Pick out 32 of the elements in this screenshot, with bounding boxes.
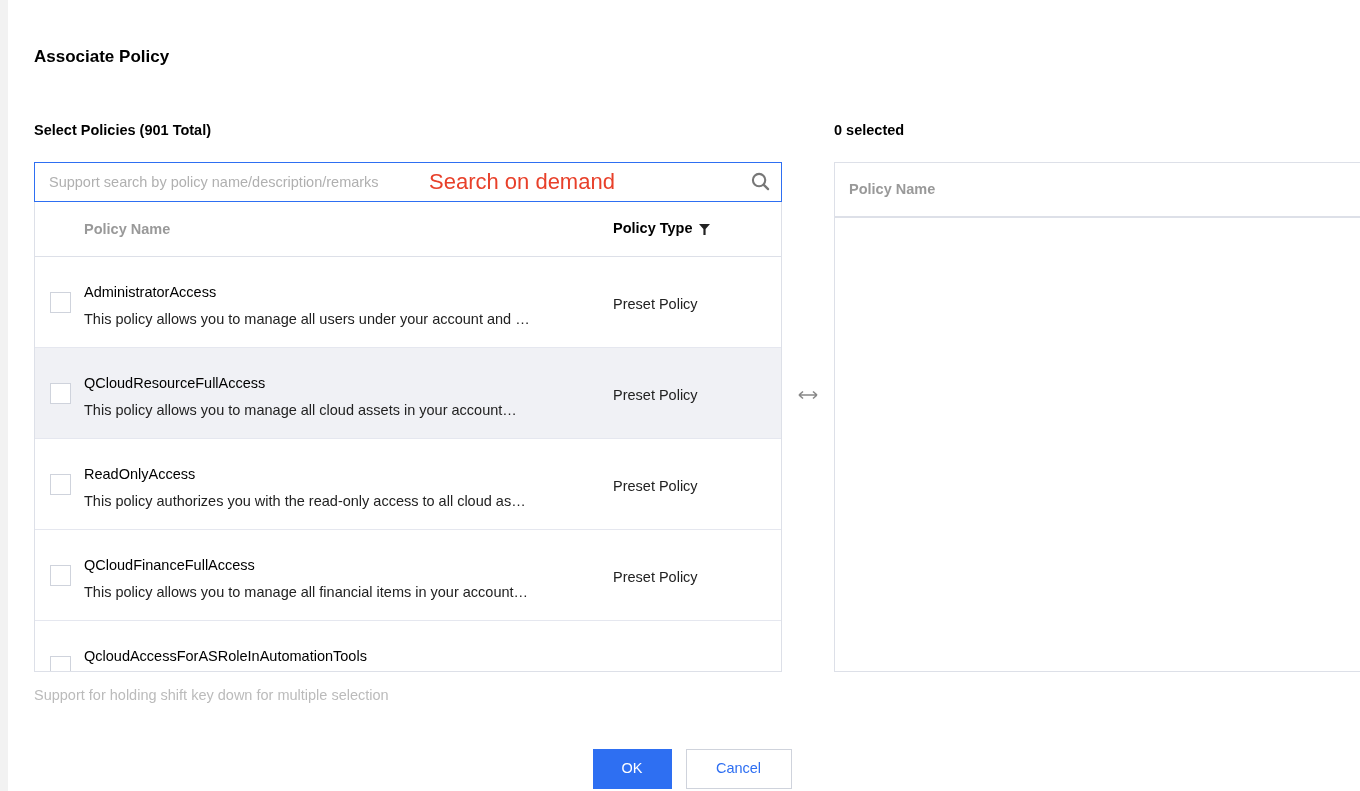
checkbox[interactable] xyxy=(50,565,71,587)
filter-icon[interactable] xyxy=(698,223,710,235)
checkbox[interactable] xyxy=(50,474,71,496)
policy-description: This policy allows you to manage all financial items in your account… xyxy=(84,583,530,602)
section-heading: 0 selected xyxy=(834,120,906,140)
table-row[interactable]: QCloudResourceFullAccess This policy allows you to manage all cloud assets in your account… Preset Policy xyxy=(35,348,781,440)
policy-name: QCloudResourceFullAccess xyxy=(84,374,267,394)
swap-arrows-icon xyxy=(798,389,818,400)
policy-type: Preset Policy xyxy=(613,477,698,497)
hint-text: Support for holding shift key down for multiple selection xyxy=(34,686,390,706)
policy-description: This policy authorizes you with the read-only access to all cloud as… xyxy=(84,492,527,511)
policy-name: AdministratorAccess xyxy=(84,283,218,303)
policy-description: This policy allows you to manage all cloud assets in your account… xyxy=(84,401,518,420)
policy-name: ReadOnlyAccess xyxy=(84,465,197,485)
dialog-title: Associate Policy xyxy=(34,46,171,68)
checkbox[interactable] xyxy=(50,383,71,405)
column-header: Policy Type xyxy=(613,219,693,239)
annotation-text: Search on demand xyxy=(429,169,615,196)
policy-name: QcloudAccessForASRoleInAutomationTools xyxy=(84,647,368,667)
column-header: Policy Name xyxy=(849,179,936,199)
policy-description: This policy allows you to manage all users under your account and … xyxy=(84,310,531,329)
search-icon xyxy=(751,172,770,192)
checkbox[interactable] xyxy=(50,656,71,672)
policy-type: Preset Policy xyxy=(613,386,698,406)
policy-type: Preset Policy xyxy=(613,568,698,588)
cancel-button[interactable]: Cancel xyxy=(685,749,792,789)
policy-name: QCloudFinanceFullAccess xyxy=(84,556,256,576)
checkbox[interactable] xyxy=(50,292,71,314)
column-header: Policy Name xyxy=(84,221,171,238)
ok-button[interactable]: OK xyxy=(592,749,672,789)
policy-type: Preset Policy xyxy=(613,295,698,315)
section-heading: Select Policies (901 Total) xyxy=(34,120,213,140)
